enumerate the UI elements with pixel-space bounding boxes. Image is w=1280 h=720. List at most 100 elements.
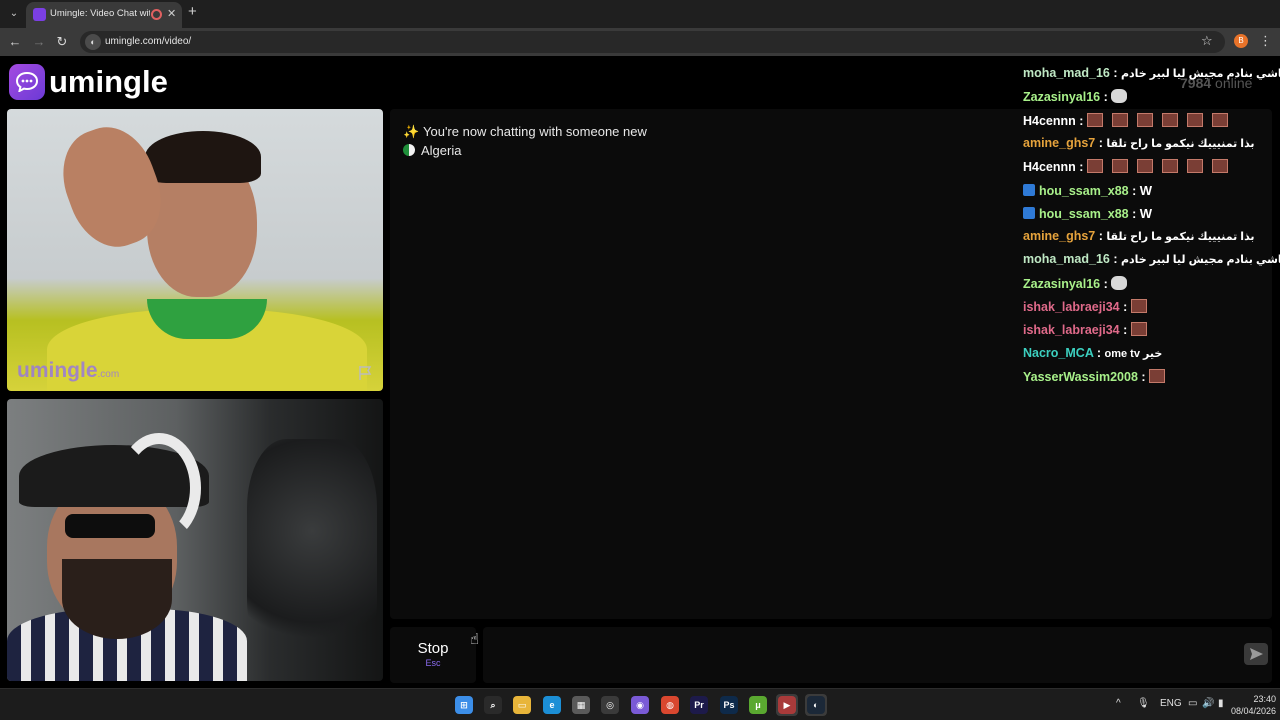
- tab-close-icon[interactable]: ✕: [167, 7, 176, 20]
- file-explorer-icon[interactable]: ▭: [513, 696, 531, 714]
- emote-icon: [1086, 159, 1103, 173]
- stop-shortcut-label: Esc: [425, 658, 441, 668]
- video-person-hair: [145, 131, 261, 183]
- site-info-icon[interactable]: ◐: [85, 34, 101, 50]
- feed-message: Nacro_MCA : ome tv خير: [1023, 346, 1162, 366]
- feed-username: moha_mad_16: [1023, 66, 1110, 80]
- emote-icon: [1211, 159, 1228, 173]
- clock-date: 08/04/2026: [1230, 706, 1276, 716]
- feed-username: ishak_labraeji34: [1023, 300, 1120, 314]
- system-clock[interactable]: 23:40 08/04/2026: [1230, 693, 1276, 717]
- feed-message: Zazasinyal16 :: [1023, 276, 1128, 296]
- feed-username: Zazasinyal16: [1023, 277, 1101, 291]
- microphone-icon[interactable]: 🎙: [1137, 698, 1150, 709]
- feed-username: Zazasinyal16: [1023, 90, 1101, 104]
- emote-icon: [1211, 113, 1228, 127]
- report-flag-icon[interactable]: [357, 365, 373, 381]
- umingle-favicon-icon: [33, 8, 46, 21]
- feed-separator: :: [1093, 346, 1105, 360]
- media-player-icon[interactable]: ▶: [778, 696, 796, 714]
- stop-button-label: Stop: [417, 640, 449, 657]
- message-input[interactable]: [483, 627, 1272, 683]
- chrome-icon[interactable]: ◍: [661, 696, 679, 714]
- feed-text: بذا تمنيييك نيكمو ما راح تلقا: [1106, 231, 1255, 243]
- video-background-motorbike: [247, 439, 377, 669]
- emote-icon: [1161, 159, 1178, 173]
- premiere-icon[interactable]: Pr: [690, 696, 708, 714]
- tray-overflow-chevron-icon[interactable]: ^: [1116, 698, 1121, 709]
- feed-message: YasserWassim2008 :: [1023, 369, 1174, 389]
- feed-separator: :: [1128, 207, 1140, 221]
- system-message: ✨ You're now chatting with someone new: [403, 124, 647, 140]
- emote-icon: [1161, 113, 1178, 127]
- volume-icon[interactable]: 🔊: [1202, 698, 1214, 709]
- reload-button[interactable]: ↻: [53, 33, 71, 51]
- emote-icon: [1111, 159, 1128, 173]
- emote-icon: [1149, 369, 1166, 383]
- watermark-main: umingle: [17, 359, 98, 382]
- emote-icon: [1086, 113, 1103, 127]
- stop-button[interactable]: Stop Esc: [390, 627, 476, 683]
- emote-icon: [1136, 159, 1153, 173]
- feed-username: hou_ssam_x88: [1039, 184, 1129, 198]
- steam-icon[interactable]: ◐: [807, 696, 825, 714]
- bookmark-star-icon[interactable]: ☆: [1201, 33, 1213, 49]
- windows-start-icon[interactable]: ⊞: [455, 696, 473, 714]
- feed-message: amine_ghs7 : بذا تمنيييك نيكمو ما راح تل…: [1023, 136, 1255, 156]
- logo-text: umingle: [49, 64, 168, 99]
- ghost-emote-icon: [1111, 89, 1128, 103]
- back-button[interactable]: ←: [6, 33, 24, 51]
- feed-message: hou_ssam_x88 : W: [1023, 206, 1152, 226]
- app-icon[interactable]: ◎: [601, 696, 619, 714]
- photoshop-icon[interactable]: Ps: [720, 696, 738, 714]
- send-arrow-icon: [1250, 648, 1263, 660]
- search-icon[interactable]: ⌕: [484, 696, 502, 714]
- feed-username: amine_ghs7: [1023, 136, 1096, 150]
- browser-tab[interactable]: Umingle: Video Chat with S ✕: [26, 2, 182, 28]
- feed-message: moha_mad_16 : انا ماشي بنادم مجيش ليا لب…: [1023, 66, 1280, 86]
- feed-separator: :: [1119, 300, 1131, 314]
- ghost-emote-icon: [1111, 276, 1128, 290]
- url-text: umingle.com/video/: [105, 36, 192, 47]
- video-self-glasses: [65, 514, 155, 538]
- feed-separator: :: [1100, 277, 1112, 291]
- feed-username: YasserWassim2008: [1023, 370, 1138, 384]
- feed-separator: :: [1075, 114, 1087, 128]
- browser-toolbar: ← → ↻ ◐ umingle.com/video/: [0, 28, 1280, 56]
- browser-menu-icon[interactable]: ⋮: [1259, 33, 1272, 49]
- windows-taskbar: ^ 🎙 ENG ▭ 🔊 ▮ 23:40 08/04/2026 ⊞ ⌕ ▭ e ▦ ◎ ◉ ◍ P…: [0, 688, 1280, 720]
- clock-time: 23:40: [1253, 694, 1276, 704]
- network-icon[interactable]: ▭: [1188, 698, 1197, 709]
- feed-separator: :: [1095, 136, 1107, 150]
- feed-separator: :: [1119, 323, 1131, 337]
- feed-separator: :: [1095, 229, 1107, 243]
- feed-separator: :: [1075, 160, 1087, 174]
- feed-separator: :: [1109, 252, 1121, 266]
- emote-icon: [1130, 322, 1147, 336]
- address-bar[interactable]: ◐ umingle.com/video/: [80, 31, 1225, 53]
- send-button[interactable]: [1244, 643, 1268, 665]
- store-icon[interactable]: ▦: [572, 696, 590, 714]
- forward-button[interactable]: →: [30, 33, 48, 51]
- new-tab-button[interactable]: +: [188, 3, 197, 20]
- feed-message: ishak_labraeji34 :: [1023, 322, 1156, 342]
- country-name: Algeria: [421, 143, 462, 158]
- battery-icon[interactable]: ▮: [1218, 698, 1224, 709]
- feed-text: ome tv خير: [1104, 348, 1163, 360]
- utorrent-icon[interactable]: μ: [749, 696, 767, 714]
- feed-message: amine_ghs7 : بذا تمنيييك نيكمو ما راح تل…: [1023, 229, 1255, 249]
- extension-icon[interactable]: B: [1234, 34, 1248, 48]
- w-emote-icon: W: [1139, 206, 1153, 221]
- sparkles-icon: ✨: [403, 124, 420, 139]
- page: umingle 7984 online umingle.com ✨ You're…: [0, 56, 1280, 688]
- language-indicator[interactable]: ENG: [1160, 698, 1182, 709]
- feed-text: انا ماشي بنادم مجيش ليا لبير خادم: [1120, 254, 1280, 266]
- feed-username: hou_ssam_x88: [1039, 207, 1129, 221]
- tab-search-menu-icon[interactable]: ⌄: [5, 5, 23, 23]
- feed-username: H4cennn: [1023, 160, 1076, 174]
- chat-app-icon[interactable]: ◉: [631, 696, 649, 714]
- edge-icon[interactable]: e: [543, 696, 561, 714]
- feed-text: بذا تمنيييك نيكمو ما راح تلقا: [1106, 138, 1255, 150]
- recording-indicator-icon: [151, 9, 162, 20]
- feed-separator: :: [1128, 184, 1140, 198]
